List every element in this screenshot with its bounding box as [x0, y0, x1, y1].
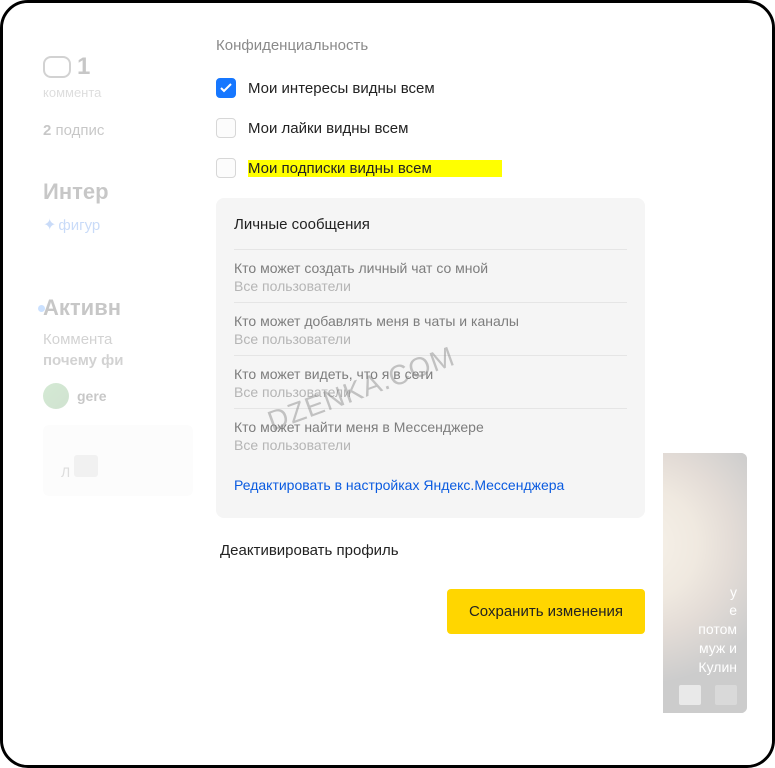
pm-question: Кто может создать личный чат со мной [234, 260, 627, 276]
checkbox-likes[interactable] [216, 118, 236, 138]
pm-question: Кто может найти меня в Мессенджере [234, 419, 627, 435]
checkbox-interests[interactable] [216, 78, 236, 98]
modal-section-title: Конфиденциальность [216, 37, 645, 54]
pm-question: Кто может добавлять меня в чаты и каналы [234, 313, 627, 329]
save-button[interactable]: Сохранить изменения [447, 589, 645, 634]
pm-item[interactable]: Кто может видеть, что я в сети Все польз… [234, 355, 627, 408]
personal-messages-card: Личные сообщения Кто может создать личны… [216, 198, 645, 518]
checkbox-label: Мои лайки видны всем [248, 120, 408, 137]
pm-heading: Личные сообщения [234, 216, 627, 233]
edit-messenger-link[interactable]: Редактировать в настройках Яндекс.Мессен… [234, 475, 627, 496]
pm-question: Кто может видеть, что я в сети [234, 366, 627, 382]
checkbox-label: Мои подписки видны всем [248, 160, 502, 177]
pm-answer: Все пользователи [234, 437, 627, 453]
checkbox-subscriptions[interactable] [216, 158, 236, 178]
pm-item[interactable]: Кто может создать личный чат со мной Все… [234, 249, 627, 302]
pm-item[interactable]: Кто может найти меня в Мессенджере Все п… [234, 408, 627, 461]
deactivate-profile-link[interactable]: Деактивировать профиль [220, 542, 645, 559]
settings-modal: Конфиденциальность Мои интересы видны вс… [198, 3, 663, 765]
checkbox-row-subscriptions[interactable]: Мои подписки видны всем [216, 158, 645, 178]
checkbox-label: Мои интересы видны всем [248, 80, 435, 97]
pm-answer: Все пользователи [234, 331, 627, 347]
pm-answer: Все пользователи [234, 278, 627, 294]
pm-item[interactable]: Кто может добавлять меня в чаты и каналы… [234, 302, 627, 355]
checkbox-row-interests[interactable]: Мои интересы видны всем [216, 78, 645, 98]
pm-answer: Все пользователи [234, 384, 627, 400]
checkbox-row-likes[interactable]: Мои лайки видны всем [216, 118, 645, 138]
